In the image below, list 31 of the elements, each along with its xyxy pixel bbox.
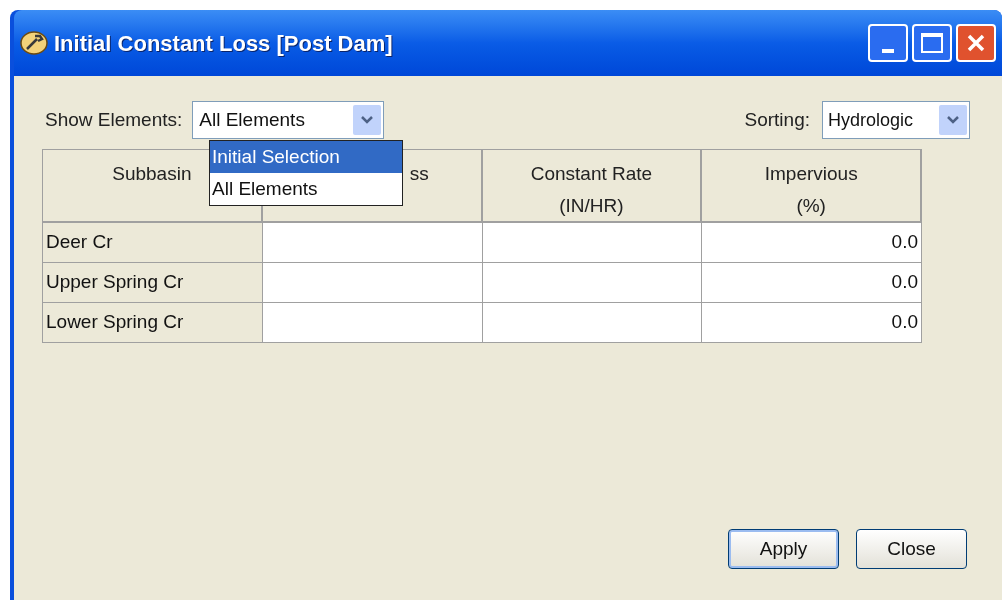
table-cell[interactable] bbox=[262, 303, 483, 343]
maximize-icon bbox=[921, 33, 943, 53]
caret-icon bbox=[360, 115, 375, 125]
maximize-button[interactable] bbox=[912, 24, 952, 62]
caret-icon bbox=[946, 115, 960, 125]
row-header: Upper Spring Cr bbox=[43, 263, 263, 303]
table-cell[interactable] bbox=[482, 303, 703, 343]
table-cell[interactable]: 0.0 bbox=[702, 263, 922, 303]
close-icon bbox=[966, 33, 986, 53]
table-cell[interactable] bbox=[262, 263, 483, 303]
dropdown-option[interactable]: Initial Selection bbox=[210, 141, 402, 173]
sorting-label: Sorting: bbox=[744, 107, 810, 132]
row-header: Lower Spring Cr bbox=[43, 303, 263, 343]
table-cell[interactable] bbox=[482, 263, 703, 303]
row-header: Deer Cr bbox=[43, 223, 263, 263]
table-cell[interactable]: 0.0 bbox=[702, 223, 922, 263]
show-elements-label: Show Elements: bbox=[45, 107, 183, 132]
column-header: Impervious (%) bbox=[702, 150, 922, 223]
sorting-dropdown[interactable]: Hydrologic bbox=[822, 101, 970, 139]
close-button[interactable] bbox=[956, 24, 996, 62]
wrench-icon bbox=[20, 30, 48, 56]
dialog-button[interactable]: Apply bbox=[728, 529, 839, 569]
table-cell[interactable] bbox=[482, 223, 703, 263]
table-cell[interactable]: 0.0 bbox=[702, 303, 922, 343]
show-elements-dropdown[interactable]: All Elements bbox=[192, 101, 385, 139]
table-cell[interactable] bbox=[262, 223, 483, 263]
dialog-button[interactable]: Close bbox=[856, 529, 967, 569]
minimize-button[interactable] bbox=[868, 24, 908, 62]
window-title: Initial Constant Loss [Post Dam] bbox=[54, 29, 393, 58]
column-header: Constant Rate (IN/HR) bbox=[482, 150, 703, 223]
minimize-icon bbox=[882, 49, 894, 53]
